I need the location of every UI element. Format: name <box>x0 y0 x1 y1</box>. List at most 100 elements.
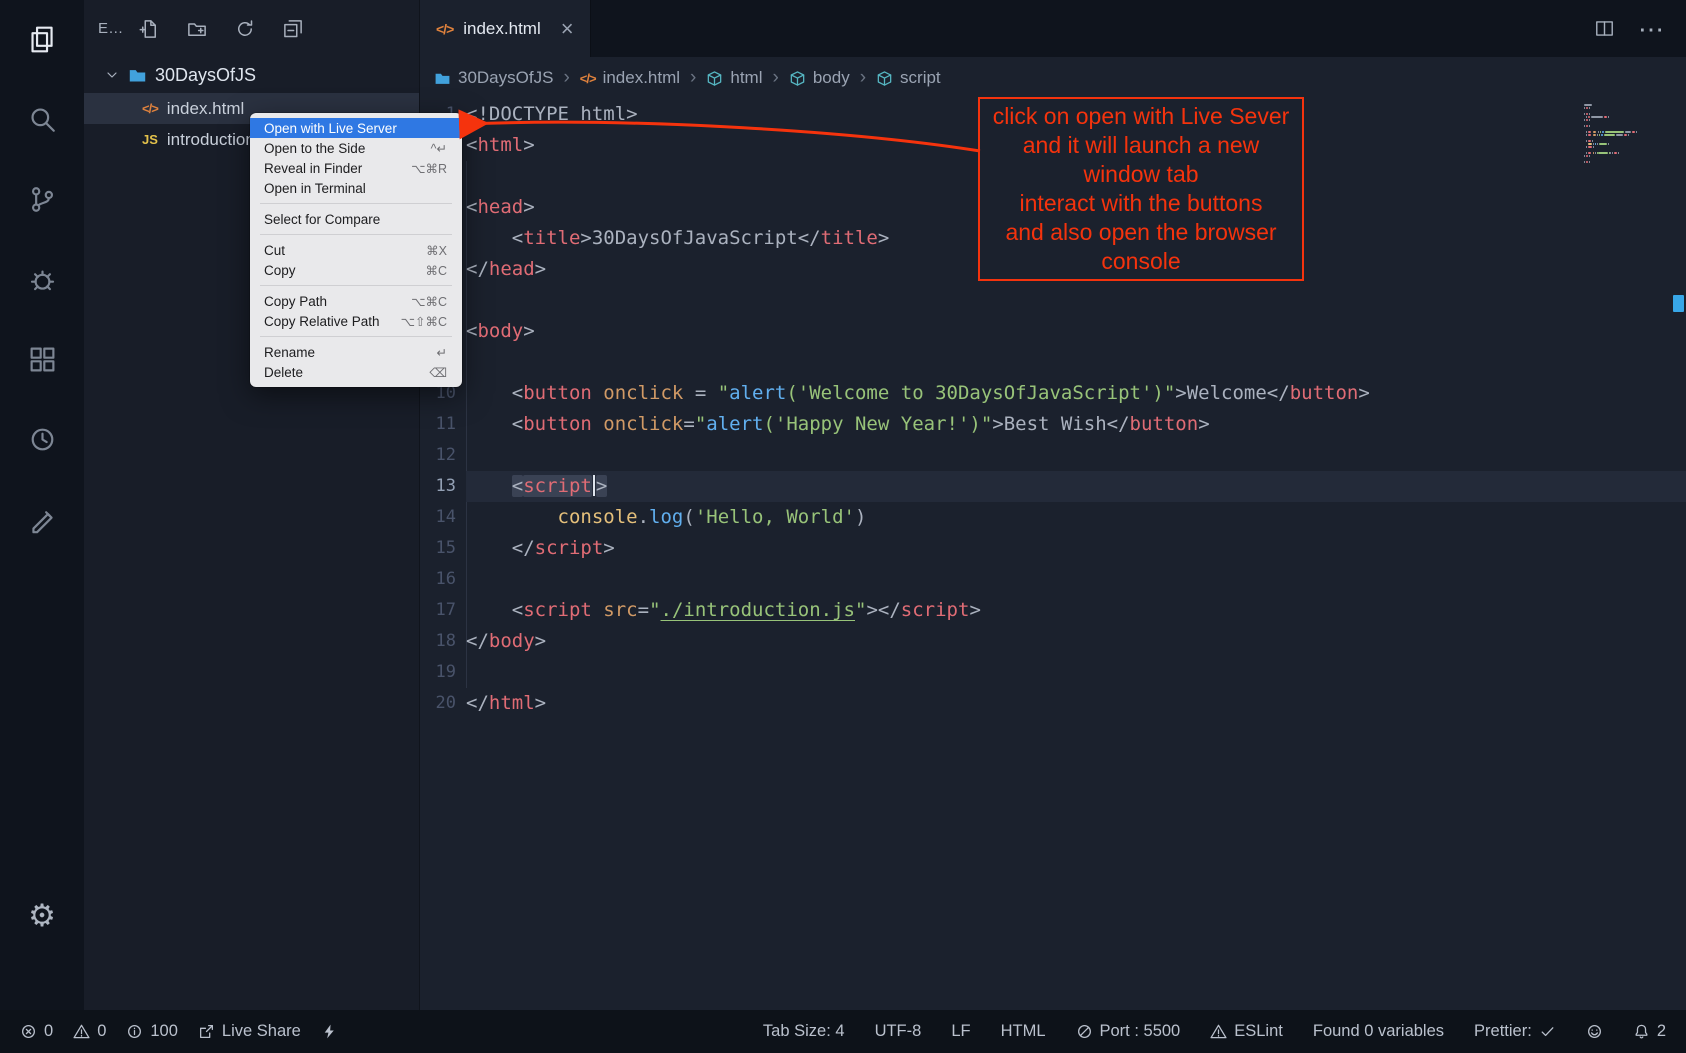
breadcrumb-item-html[interactable]: html <box>706 68 762 88</box>
explorer-action-new-folder[interactable] <box>186 18 208 40</box>
line-content: console.log('Hello, World') <box>466 502 1686 533</box>
status-variables[interactable]: Found 0 variables <box>1313 1022 1444 1041</box>
activity-item-run-debug[interactable] <box>25 262 59 296</box>
minimap[interactable] <box>1584 104 1670 164</box>
status-label: ESLint <box>1234 1022 1283 1041</box>
code-line-9[interactable]: 9 <box>420 347 1686 378</box>
breadcrumb-label: script <box>900 68 941 88</box>
search-icon <box>28 105 57 134</box>
line-content <box>466 285 1686 316</box>
menu-item-delete[interactable]: Delete⌫ <box>250 362 462 382</box>
code-line-8[interactable]: 8<body> <box>420 316 1686 347</box>
menu-item-cut[interactable]: Cut⌘X <box>250 240 462 260</box>
code-line-13[interactable]: 13 <script> <box>420 471 1686 502</box>
minimap-line <box>1584 110 1670 112</box>
status-tab-size[interactable]: Tab Size: 4 <box>763 1022 845 1041</box>
annotation-line: window tab <box>1083 160 1198 189</box>
menu-item-copy-path[interactable]: Copy Path⌥⌘C <box>250 291 462 311</box>
activity-item-extensions[interactable] <box>25 342 59 376</box>
menu-item-copy[interactable]: Copy⌘C <box>250 260 462 280</box>
split-editor[interactable] <box>1595 19 1614 38</box>
menu-item-copy-relative-path[interactable]: Copy Relative Path⌥⇧⌘C <box>250 311 462 331</box>
menu-item-open-in-terminal[interactable]: Open in Terminal <box>250 178 462 198</box>
status-eslint[interactable]: ESLint <box>1210 1022 1283 1041</box>
code-line-15[interactable]: 15 </script> <box>420 533 1686 564</box>
folder-section-label: 30DaysOfJS <box>155 65 256 86</box>
minimap-line <box>1584 155 1670 157</box>
code-line-17[interactable]: 17 <script src="./introduction.js"></scr… <box>420 595 1686 626</box>
explorer-header: E… <box>84 0 419 57</box>
tab-index-html[interactable]: </> index.html × <box>420 0 591 57</box>
pen-icon <box>28 505 57 534</box>
menu-item-rename[interactable]: Rename↵ <box>250 342 462 362</box>
menu-item-label: Select for Compare <box>264 212 380 227</box>
more-actions[interactable]: ⋯ <box>1638 16 1664 42</box>
activity-item-feedback[interactable] <box>25 502 59 536</box>
code-line-12[interactable]: 12 <box>420 440 1686 471</box>
activity-item-source-control[interactable] <box>25 182 59 216</box>
line-content <box>466 440 1686 471</box>
code-line-7[interactable]: 7 <box>420 285 1686 316</box>
status-warnings[interactable]: 0 <box>73 1022 106 1041</box>
explorer-action-new-file[interactable] <box>138 18 160 40</box>
new-folder-icon <box>187 19 207 39</box>
breadcrumb-item-index.html[interactable]: </>index.html <box>580 68 680 88</box>
menu-item-shortcut: ⌥⌘R <box>411 161 447 176</box>
status-errors[interactable]: 0 <box>20 1022 53 1041</box>
code-line-19[interactable]: 19 <box>420 657 1686 688</box>
chevron-down-icon <box>104 67 120 83</box>
activity-item-search[interactable] <box>25 102 59 136</box>
minimap-line <box>1584 146 1670 148</box>
activity-item-settings[interactable]: ⚙ <box>25 898 59 932</box>
status-label: Port : 5500 <box>1100 1022 1181 1041</box>
status-live-server-port[interactable]: Port : 5500 <box>1076 1022 1181 1041</box>
history-icon <box>28 425 57 454</box>
status-label: 0 <box>97 1022 106 1041</box>
status-feedback-smiley[interactable] <box>1586 1023 1603 1040</box>
minimap-line <box>1584 104 1670 106</box>
minimap-line <box>1584 128 1670 130</box>
annotation-line: and it will launch a new <box>1023 131 1260 160</box>
close-icon[interactable]: × <box>561 18 574 40</box>
breadcrumb-item-script[interactable]: script <box>876 68 941 88</box>
menu-item-shortcut: ⌘C <box>425 263 447 278</box>
line-number: 18 <box>420 626 456 657</box>
menu-item-open-to-the-side[interactable]: Open to the Side^↵ <box>250 138 462 158</box>
status-label: Found 0 variables <box>1313 1022 1444 1041</box>
code-line-10[interactable]: 10 <button onclick = "alert('Welcome to … <box>420 378 1686 409</box>
status-prettier[interactable]: Prettier: <box>1474 1022 1556 1041</box>
status-encoding[interactable]: UTF-8 <box>875 1022 922 1041</box>
folder-section-30daysofjs[interactable]: 30DaysOfJS <box>84 57 419 93</box>
line-number: 12 <box>420 440 456 471</box>
code-line-14[interactable]: 14 console.log('Hello, World') <box>420 502 1686 533</box>
line-number: 13 <box>420 471 456 502</box>
minimap-line <box>1584 149 1670 151</box>
menu-item-open-with-live-server[interactable]: Open with Live Server <box>250 118 462 138</box>
status-language-mode[interactable]: HTML <box>1001 1022 1046 1041</box>
status-live-share[interactable]: Live Share <box>198 1022 301 1041</box>
line-content: </body> <box>466 626 1686 657</box>
explorer-action-collapse-all[interactable] <box>282 18 304 40</box>
code-line-16[interactable]: 16 <box>420 564 1686 595</box>
status-info-count[interactable]: 100 <box>126 1022 178 1041</box>
files-icon <box>28 25 57 54</box>
menu-item-select-for-compare[interactable]: Select for Compare <box>250 209 462 229</box>
html-file-icon: </> <box>580 72 596 85</box>
code-line-11[interactable]: 11 <button onclick="alert('Happy New Yea… <box>420 409 1686 440</box>
status-quokka[interactable] <box>321 1023 338 1040</box>
activity-item-history[interactable] <box>25 422 59 456</box>
explorer-actions <box>138 18 304 40</box>
status-eol[interactable]: LF <box>951 1022 970 1041</box>
tab-label: index.html <box>463 19 540 39</box>
code-line-18[interactable]: 18 </body> <box>420 626 1686 657</box>
code-line-20[interactable]: 20</html> <box>420 688 1686 719</box>
breadcrumb-item-30DaysOfJS[interactable]: 30DaysOfJS <box>434 68 553 88</box>
menu-item-reveal-in-finder[interactable]: Reveal in Finder⌥⌘R <box>250 158 462 178</box>
context-menu: Open with Live ServerOpen to the Side^↵R… <box>250 113 462 387</box>
explorer-action-refresh[interactable] <box>234 18 256 40</box>
annotation-line: console <box>1101 247 1180 276</box>
status-notifications[interactable]: 2 <box>1633 1022 1666 1041</box>
menu-item-label: Open to the Side <box>264 141 365 156</box>
activity-item-explorer[interactable] <box>25 22 59 56</box>
breadcrumb-item-body[interactable]: body <box>789 68 850 88</box>
